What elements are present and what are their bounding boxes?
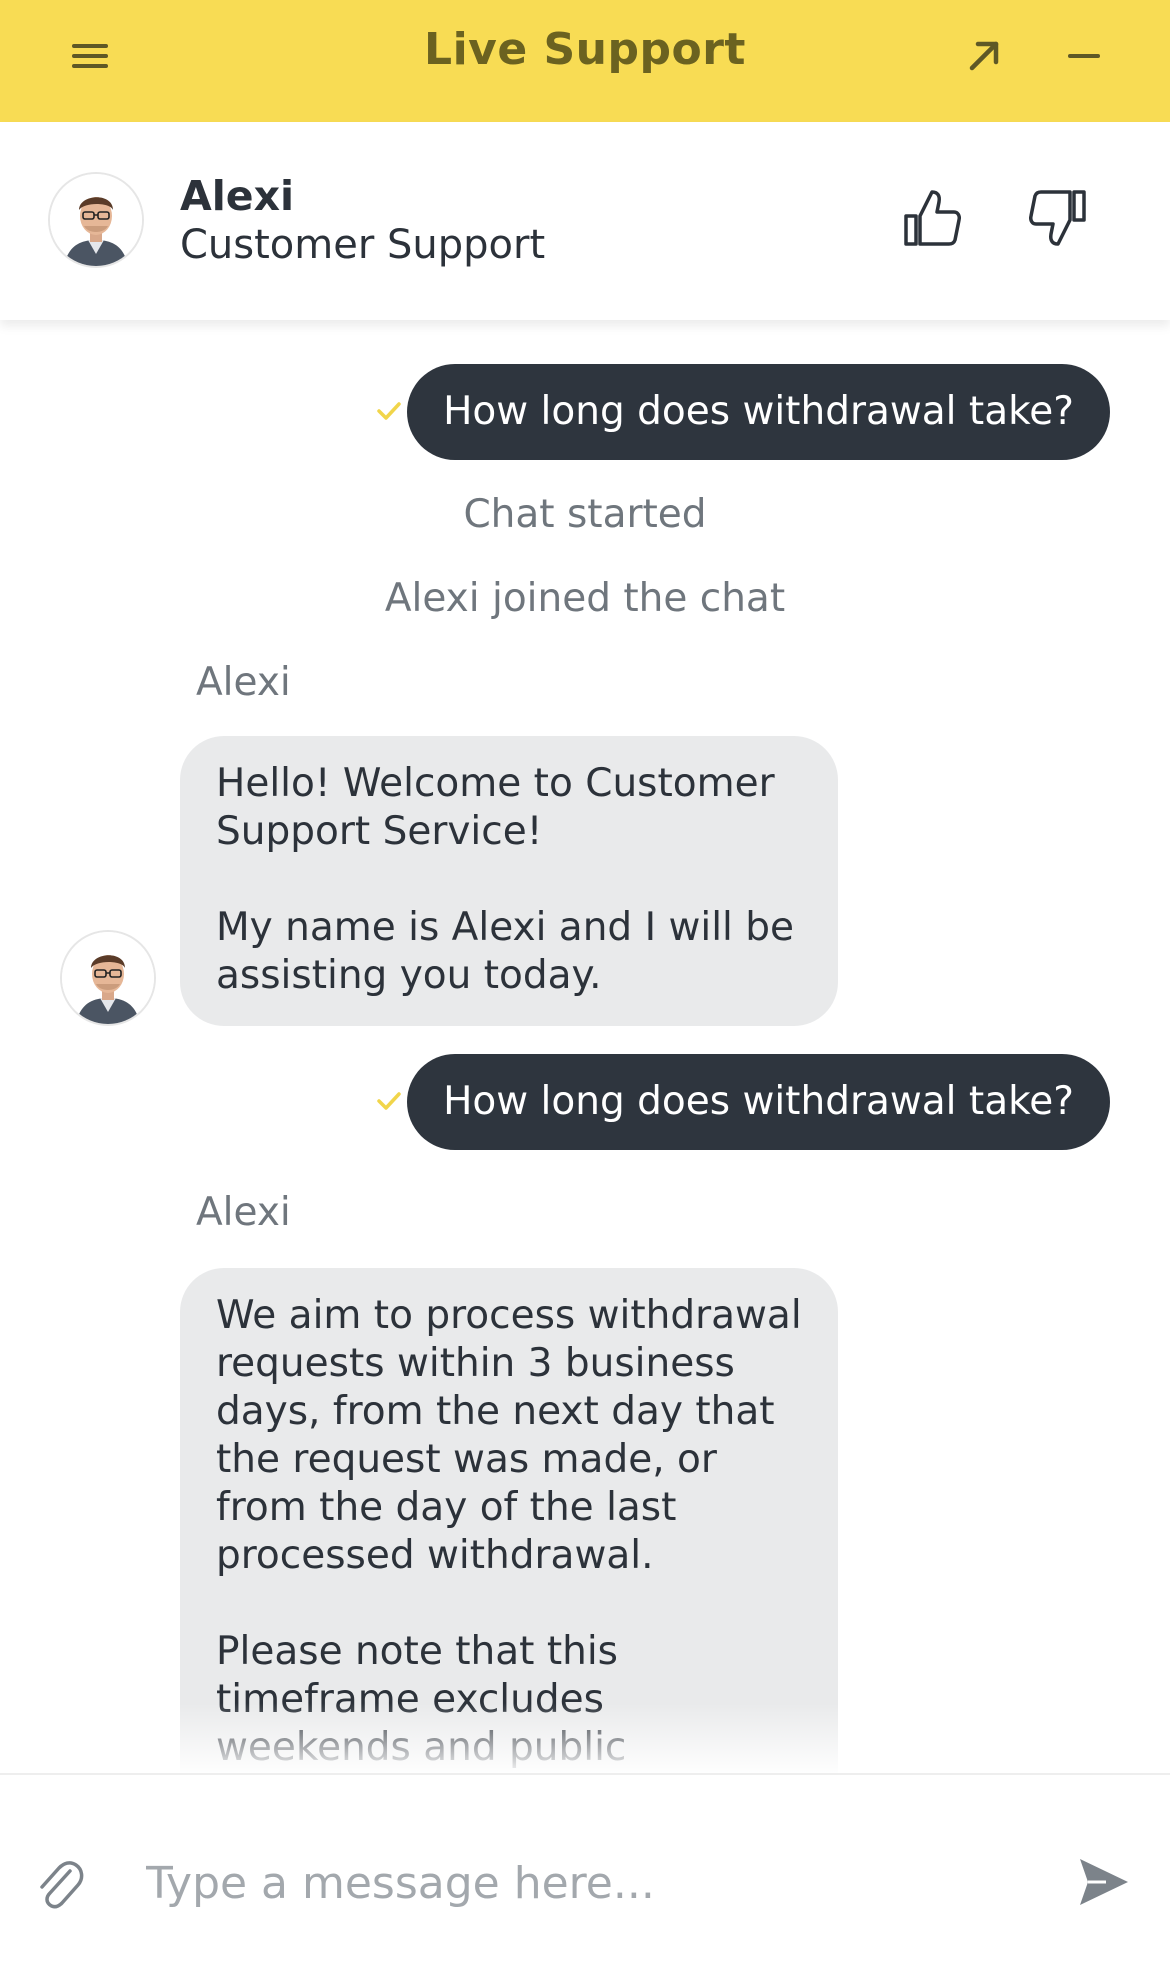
paperclip-icon[interactable] bbox=[34, 1855, 84, 1911]
message-sender-name: Alexi bbox=[196, 1190, 291, 1235]
message-input[interactable] bbox=[146, 1841, 1016, 1925]
message-paragraph: My name is Alexi and I will be assisting… bbox=[216, 905, 795, 998]
chat-transcript[interactable]: How long does withdrawal take? Chat star… bbox=[0, 320, 1170, 1773]
user-message-bubble: How long does withdrawal take? bbox=[407, 364, 1110, 460]
message-paragraph: We aim to process withdrawal requests wi… bbox=[216, 1293, 802, 1578]
agent-message-bubble: Hello! Welcome to Customer Support Servi… bbox=[180, 736, 838, 1026]
agent-header: Alexi Customer Support bbox=[0, 122, 1170, 320]
message-sender-name: Alexi bbox=[196, 660, 291, 705]
system-message-chat-started: Chat started bbox=[463, 492, 707, 537]
thumbs-up-icon[interactable] bbox=[902, 186, 962, 250]
check-icon bbox=[376, 1090, 402, 1112]
send-icon[interactable] bbox=[1076, 1855, 1132, 1909]
user-message-bubble: How long does withdrawal take? bbox=[407, 1054, 1110, 1150]
agent-name: Alexi bbox=[180, 172, 295, 220]
agent-role: Customer Support bbox=[180, 222, 546, 268]
minimize-icon[interactable] bbox=[1062, 38, 1106, 74]
thumbs-down-icon[interactable] bbox=[1028, 186, 1088, 250]
message-paragraph: Hello! Welcome to Customer Support Servi… bbox=[216, 761, 775, 854]
expand-arrow-icon[interactable] bbox=[962, 34, 1006, 78]
agent-avatar bbox=[60, 930, 156, 1026]
message-composer bbox=[0, 1773, 1170, 1973]
system-message-agent-joined: Alexi joined the chat bbox=[384, 576, 786, 621]
top-bar: Live Support bbox=[0, 0, 1170, 122]
agent-avatar bbox=[48, 172, 144, 268]
message-paragraph: Please note that this timeframe excludes… bbox=[216, 1629, 627, 1770]
check-icon bbox=[376, 400, 402, 422]
agent-message-bubble: We aim to process withdrawal requests wi… bbox=[180, 1268, 838, 1773]
